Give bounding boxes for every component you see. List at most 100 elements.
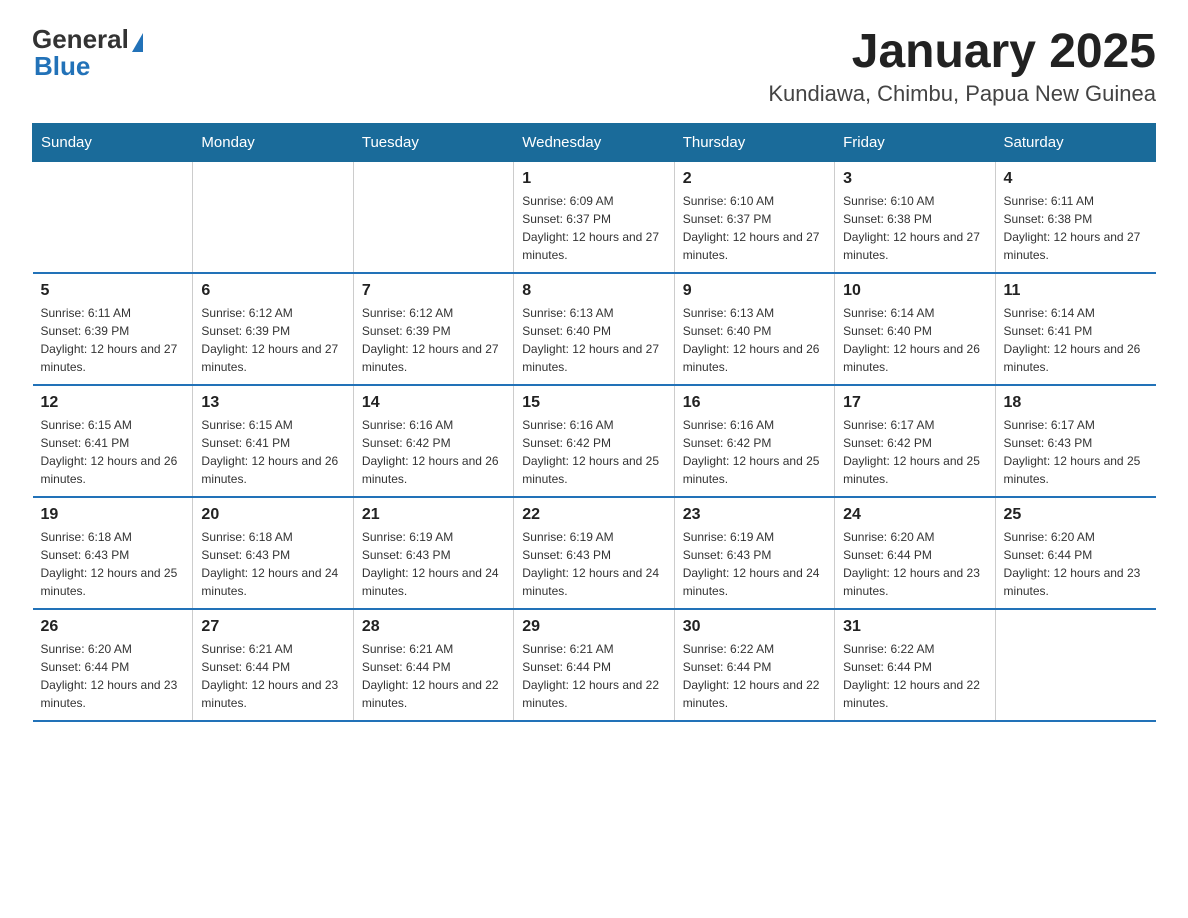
day-info: Sunrise: 6:20 AMSunset: 6:44 PMDaylight:… xyxy=(1004,528,1148,600)
calendar-day-cell xyxy=(353,162,513,274)
day-info: Sunrise: 6:14 AMSunset: 6:41 PMDaylight:… xyxy=(1004,304,1148,376)
day-info: Sunrise: 6:13 AMSunset: 6:40 PMDaylight:… xyxy=(522,304,665,376)
calendar-day-cell: 18 Sunrise: 6:17 AMSunset: 6:43 PMDayligh… xyxy=(995,385,1155,497)
day-number: 18 xyxy=(1004,394,1148,412)
day-number: 9 xyxy=(683,282,826,300)
day-info: Sunrise: 6:11 AMSunset: 6:39 PMDaylight:… xyxy=(41,304,185,376)
logo-triangle-icon xyxy=(132,33,143,52)
calendar-day-cell: 19 Sunrise: 6:18 AMSunset: 6:43 PMDayligh… xyxy=(33,497,193,609)
header-day: Monday xyxy=(193,124,353,162)
calendar-day-cell: 15Sunrise: 6:16 AMSunset: 6:42 PMDayligh… xyxy=(514,385,674,497)
day-number: 6 xyxy=(201,282,344,300)
calendar-day-cell: 4 Sunrise: 6:11 AMSunset: 6:38 PMDaylight… xyxy=(995,162,1155,274)
calendar-day-cell: 30 Sunrise: 6:22 AMSunset: 6:44 PMDayligh… xyxy=(674,609,834,721)
day-number: 25 xyxy=(1004,506,1148,524)
calendar-day-cell: 26 Sunrise: 6:20 AMSunset: 6:44 PMDayligh… xyxy=(33,609,193,721)
day-number: 11 xyxy=(1004,282,1148,300)
day-info: Sunrise: 6:15 AMSunset: 6:41 PMDaylight:… xyxy=(41,416,185,488)
day-number: 27 xyxy=(201,618,344,636)
day-info: Sunrise: 6:18 AMSunset: 6:43 PMDaylight:… xyxy=(41,528,185,600)
day-number: 23 xyxy=(683,506,826,524)
day-info: Sunrise: 6:16 AMSunset: 6:42 PMDaylight:… xyxy=(362,416,505,488)
calendar-week-row: 12 Sunrise: 6:15 AMSunset: 6:41 PMDayligh… xyxy=(33,385,1156,497)
calendar-day-cell: 14Sunrise: 6:16 AMSunset: 6:42 PMDayligh… xyxy=(353,385,513,497)
day-info: Sunrise: 6:22 AMSunset: 6:44 PMDaylight:… xyxy=(843,640,986,712)
day-number: 30 xyxy=(683,618,826,636)
day-number: 26 xyxy=(41,618,185,636)
header-day: Saturday xyxy=(995,124,1155,162)
calendar-day-cell: 21 Sunrise: 6:19 AMSunset: 6:43 PMDayligh… xyxy=(353,497,513,609)
calendar-title: January 2025 xyxy=(768,24,1156,79)
day-number: 31 xyxy=(843,618,986,636)
calendar-day-cell: 29Sunrise: 6:21 AMSunset: 6:44 PMDayligh… xyxy=(514,609,674,721)
calendar-day-cell: 22 Sunrise: 6:19 AMSunset: 6:43 PMDayligh… xyxy=(514,497,674,609)
day-info: Sunrise: 6:10 AMSunset: 6:38 PMDaylight:… xyxy=(843,192,986,264)
header-day: Friday xyxy=(835,124,995,162)
calendar-day-cell: 12 Sunrise: 6:15 AMSunset: 6:41 PMDayligh… xyxy=(33,385,193,497)
calendar-day-cell: 11 Sunrise: 6:14 AMSunset: 6:41 PMDayligh… xyxy=(995,273,1155,385)
calendar-day-cell xyxy=(33,162,193,274)
calendar-table: SundayMondayTuesdayWednesdayThursdayFrid… xyxy=(32,123,1156,722)
day-info: Sunrise: 6:13 AMSunset: 6:40 PMDaylight:… xyxy=(683,304,826,376)
calendar-day-cell: 9 Sunrise: 6:13 AMSunset: 6:40 PMDaylight… xyxy=(674,273,834,385)
calendar-day-cell: 5 Sunrise: 6:11 AMSunset: 6:39 PMDaylight… xyxy=(33,273,193,385)
calendar-day-cell: 28 Sunrise: 6:21 AMSunset: 6:44 PMDayligh… xyxy=(353,609,513,721)
calendar-day-cell: 24 Sunrise: 6:20 AMSunset: 6:44 PMDayligh… xyxy=(835,497,995,609)
calendar-day-cell: 2Sunrise: 6:10 AMSunset: 6:37 PMDaylight… xyxy=(674,162,834,274)
day-info: Sunrise: 6:17 AMSunset: 6:43 PMDaylight:… xyxy=(1004,416,1148,488)
calendar-day-cell: 16Sunrise: 6:16 AMSunset: 6:42 PMDayligh… xyxy=(674,385,834,497)
day-info: Sunrise: 6:14 AMSunset: 6:40 PMDaylight:… xyxy=(843,304,986,376)
header-row: SundayMondayTuesdayWednesdayThursdayFrid… xyxy=(33,124,1156,162)
day-number: 10 xyxy=(843,282,986,300)
calendar-day-cell: 7Sunrise: 6:12 AMSunset: 6:39 PMDaylight… xyxy=(353,273,513,385)
calendar-day-cell: 23 Sunrise: 6:19 AMSunset: 6:43 PMDayligh… xyxy=(674,497,834,609)
day-info: Sunrise: 6:20 AMSunset: 6:44 PMDaylight:… xyxy=(843,528,986,600)
day-number: 21 xyxy=(362,506,505,524)
day-number: 4 xyxy=(1004,170,1148,188)
day-info: Sunrise: 6:19 AMSunset: 6:43 PMDaylight:… xyxy=(522,528,665,600)
day-number: 29 xyxy=(522,618,665,636)
day-info: Sunrise: 6:11 AMSunset: 6:38 PMDaylight:… xyxy=(1004,192,1148,264)
day-info: Sunrise: 6:19 AMSunset: 6:43 PMDaylight:… xyxy=(362,528,505,600)
logo-blue-text: Blue xyxy=(32,51,90,82)
day-number: 13 xyxy=(201,394,344,412)
calendar-day-cell: 25 Sunrise: 6:20 AMSunset: 6:44 PMDayligh… xyxy=(995,497,1155,609)
header-day: Thursday xyxy=(674,124,834,162)
day-number: 28 xyxy=(362,618,505,636)
day-number: 17 xyxy=(843,394,986,412)
day-info: Sunrise: 6:20 AMSunset: 6:44 PMDaylight:… xyxy=(41,640,185,712)
calendar-day-cell: 1 Sunrise: 6:09 AMSunset: 6:37 PMDaylight… xyxy=(514,162,674,274)
calendar-day-cell: 13Sunrise: 6:15 AMSunset: 6:41 PMDayligh… xyxy=(193,385,353,497)
calendar-day-cell: 3Sunrise: 6:10 AMSunset: 6:38 PMDaylight… xyxy=(835,162,995,274)
day-info: Sunrise: 6:21 AMSunset: 6:44 PMDaylight:… xyxy=(362,640,505,712)
day-info: Sunrise: 6:12 AMSunset: 6:39 PMDaylight:… xyxy=(201,304,344,376)
calendar-day-cell xyxy=(193,162,353,274)
day-info: Sunrise: 6:19 AMSunset: 6:43 PMDaylight:… xyxy=(683,528,826,600)
calendar-header: SundayMondayTuesdayWednesdayThursdayFrid… xyxy=(33,124,1156,162)
logo: General Blue xyxy=(32,24,143,82)
day-info: Sunrise: 6:09 AMSunset: 6:37 PMDaylight:… xyxy=(522,192,665,264)
day-number: 20 xyxy=(201,506,344,524)
calendar-day-cell: 27 Sunrise: 6:21 AMSunset: 6:44 PMDayligh… xyxy=(193,609,353,721)
day-info: Sunrise: 6:22 AMSunset: 6:44 PMDaylight:… xyxy=(683,640,826,712)
day-number: 22 xyxy=(522,506,665,524)
page-header: General Blue January 2025 Kundiawa, Chim… xyxy=(32,24,1156,107)
day-number: 12 xyxy=(41,394,185,412)
day-number: 19 xyxy=(41,506,185,524)
day-number: 24 xyxy=(843,506,986,524)
calendar-day-cell: 10 Sunrise: 6:14 AMSunset: 6:40 PMDayligh… xyxy=(835,273,995,385)
header-day: Tuesday xyxy=(353,124,513,162)
day-info: Sunrise: 6:16 AMSunset: 6:42 PMDaylight:… xyxy=(522,416,665,488)
calendar-day-cell xyxy=(995,609,1155,721)
calendar-week-row: 26 Sunrise: 6:20 AMSunset: 6:44 PMDayligh… xyxy=(33,609,1156,721)
title-area: January 2025 Kundiawa, Chimbu, Papua New… xyxy=(768,24,1156,107)
calendar-day-cell: 8Sunrise: 6:13 AMSunset: 6:40 PMDaylight… xyxy=(514,273,674,385)
calendar-week-row: 1 Sunrise: 6:09 AMSunset: 6:37 PMDaylight… xyxy=(33,162,1156,274)
calendar-day-cell: 31 Sunrise: 6:22 AMSunset: 6:44 PMDayligh… xyxy=(835,609,995,721)
day-number: 1 xyxy=(522,170,665,188)
day-number: 5 xyxy=(41,282,185,300)
calendar-week-row: 19 Sunrise: 6:18 AMSunset: 6:43 PMDayligh… xyxy=(33,497,1156,609)
header-day: Sunday xyxy=(33,124,193,162)
day-info: Sunrise: 6:21 AMSunset: 6:44 PMDaylight:… xyxy=(201,640,344,712)
day-info: Sunrise: 6:18 AMSunset: 6:43 PMDaylight:… xyxy=(201,528,344,600)
